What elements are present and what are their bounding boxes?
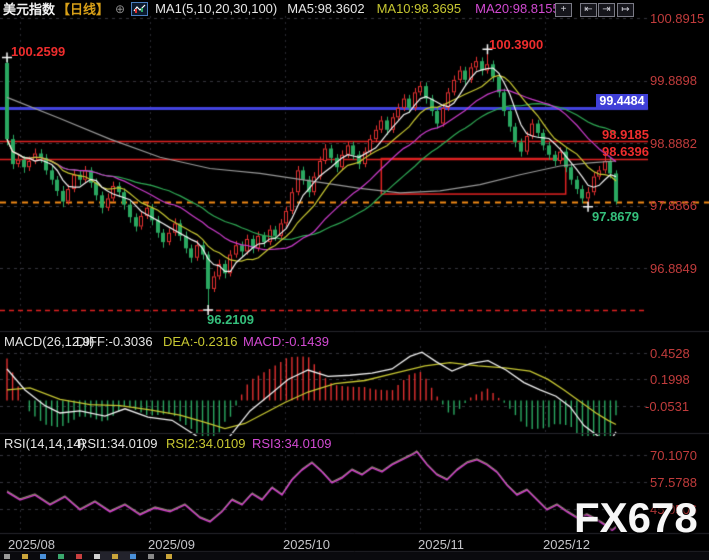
macd-dea-value: DEA:-0.2316 bbox=[163, 334, 237, 349]
shift-right-icon[interactable]: ↦ bbox=[617, 3, 634, 17]
x-axis-label: 2025/09 bbox=[148, 537, 195, 552]
ma5-value: MA5:98.3602 bbox=[287, 1, 364, 16]
price-axis-label: 100.8915 bbox=[650, 11, 704, 26]
x-axis-label: 2025/10 bbox=[283, 537, 330, 552]
zoom-in-icon[interactable]: ⇤ bbox=[580, 3, 597, 17]
macd-axis-label: -0.0531 bbox=[645, 399, 689, 414]
rsi2-value: RSI2:34.0109 bbox=[166, 436, 246, 451]
rsi-axis-label: 70.1070 bbox=[650, 448, 697, 463]
macd-axis-label: 0.1998 bbox=[650, 372, 690, 387]
macd-value: MACD:-0.1439 bbox=[243, 334, 329, 349]
fx678-watermark: FX678 bbox=[574, 494, 698, 542]
price-axis-label: 99.8898 bbox=[650, 73, 697, 88]
taskbar-icon[interactable] bbox=[166, 554, 172, 559]
resistance-line-label[interactable]: 98.9185 bbox=[602, 127, 649, 142]
trading-app-window: 美元指数 【日线】 ⊕ MA1(5,10,20,30,100) MA5:98.3… bbox=[0, 0, 709, 560]
rsi1-value: RSI1:34.0109 bbox=[78, 436, 158, 451]
chart-overlay: 美元指数 【日线】 ⊕ MA1(5,10,20,30,100) MA5:98.3… bbox=[0, 0, 709, 560]
price-axis-label: 98.8882 bbox=[650, 136, 697, 151]
low-marker-label: 97.8679 bbox=[592, 209, 639, 224]
expand-icon[interactable]: ⊕ bbox=[115, 2, 125, 16]
taskbar-icon[interactable] bbox=[112, 554, 118, 559]
rsi3-value: RSI3:34.0109 bbox=[252, 436, 332, 451]
taskbar-icon[interactable] bbox=[40, 554, 46, 559]
taskbar-icon[interactable] bbox=[130, 554, 136, 559]
resistance-line-label[interactable]: 98.6396 bbox=[602, 144, 649, 159]
taskbar-icon[interactable] bbox=[76, 554, 82, 559]
macd-axis-label: 0.4528 bbox=[650, 346, 690, 361]
taskbar-cutoff-strip[interactable] bbox=[0, 552, 709, 560]
timeframe-label[interactable]: 【日线】 bbox=[57, 0, 109, 18]
x-axis-label: 2025/11 bbox=[418, 537, 464, 552]
x-axis-label: 2025/08 bbox=[8, 537, 55, 552]
price-axis-label: 97.8866 bbox=[650, 198, 697, 213]
taskbar-icon[interactable] bbox=[148, 554, 154, 559]
taskbar-icon[interactable] bbox=[58, 554, 64, 559]
rsi-title: RSI(14,14,14) bbox=[4, 436, 85, 451]
chart-header: 美元指数 【日线】 ⊕ MA1(5,10,20,30,100) MA5:98.3… bbox=[3, 1, 560, 16]
macd-diff-value: DIFF:-0.3036 bbox=[76, 334, 153, 349]
ma20-value: MA20:98.8155 bbox=[475, 1, 560, 16]
price-axis-label: 96.8849 bbox=[650, 261, 697, 276]
indicator-chart-icon[interactable] bbox=[131, 2, 148, 16]
ma-group-label: MA1(5,10,20,30,100) bbox=[155, 1, 277, 16]
high-marker-label: 100.3900 bbox=[489, 37, 543, 52]
taskbar-icon[interactable] bbox=[94, 554, 100, 559]
high-marker-label: 100.2599 bbox=[11, 44, 65, 59]
taskbar-icon[interactable] bbox=[22, 554, 28, 559]
symbol-name: 美元指数 bbox=[3, 0, 55, 18]
taskbar-icon[interactable] bbox=[4, 554, 10, 559]
blue-hline-label[interactable]: 99.4484 bbox=[596, 94, 648, 109]
pan-icon[interactable]: + bbox=[555, 3, 572, 17]
rsi-axis-label: 57.5788 bbox=[650, 475, 697, 490]
zoom-out-icon[interactable]: ⇥ bbox=[598, 3, 615, 17]
ma10-value: MA10:98.3695 bbox=[377, 1, 462, 16]
low-marker-label: 96.2109 bbox=[207, 312, 254, 327]
